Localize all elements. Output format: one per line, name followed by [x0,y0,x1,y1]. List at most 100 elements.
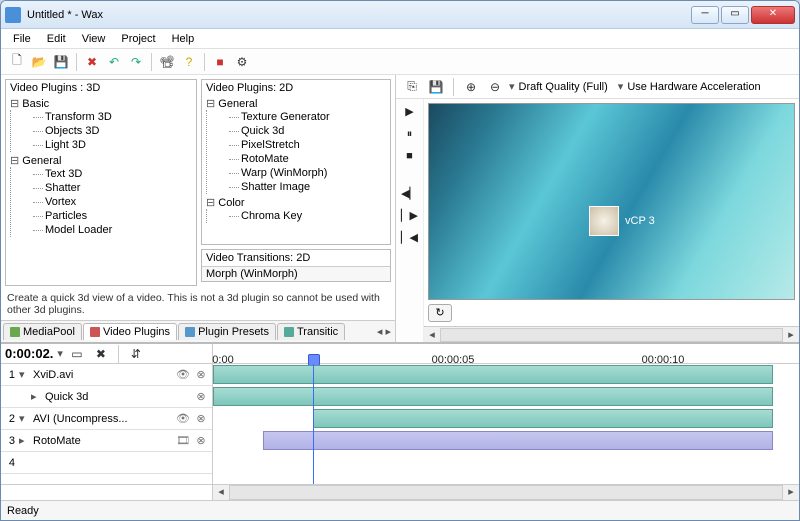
track-list: 1 ▾ XviD.avi 👁 ⊗ ▸ Quick 3d ⊗ 2 ▾ AVI (U… [1,364,213,484]
tab-transitions[interactable]: Transitic [277,323,345,340]
track-row[interactable]: 2 ▾ AVI (Uncompress... 👁 ⊗ [1,408,212,430]
tree-item[interactable]: Transform 3D [33,110,196,124]
clip-bar[interactable] [213,387,773,406]
tree-group-color[interactable]: Color Chroma Key [206,195,390,224]
tab-mediapool[interactable]: MediaPool [3,323,82,340]
clip-bar[interactable] [263,431,773,450]
open-icon[interactable]: 📂 [29,52,49,72]
render-icon[interactable]: 📽 [157,52,177,72]
hw-accel-dropdown[interactable]: Use Hardware Acceleration [627,81,760,93]
settings-icon[interactable]: ⚙ [232,52,252,72]
tree-item[interactable]: Shatter [33,181,196,195]
remove-icon[interactable]: ⊗ [194,412,208,426]
tree-item[interactable]: Text 3D [33,167,196,181]
transition-item[interactable]: Morph (WinMorph) [202,266,390,281]
eye-icon[interactable]: 👁 [176,412,190,426]
preview-clip[interactable]: vCP 3 [589,206,655,236]
scroll-track[interactable] [229,485,783,500]
redo-icon[interactable]: ↷ [126,52,146,72]
plugins-2d-panel: Video Plugins: 2D General Texture Genera… [201,79,391,245]
new-icon[interactable]: 🗋 [7,52,27,72]
plugins-3d-tree: Basic Transform 3D Objects 3D Light 3D G… [6,96,196,238]
tab-videoplugins[interactable]: Video Plugins [83,323,177,340]
undo-icon[interactable]: ↶ [104,52,124,72]
tree-item[interactable]: Shatter Image [229,180,390,194]
minimize-button[interactable]: ─ [691,6,719,24]
collapse-icon[interactable]: ▸ [19,434,29,447]
stop-icon[interactable]: ■ [401,149,419,163]
remove-icon[interactable]: ⊗ [194,434,208,448]
time-dropdown-icon[interactable]: ▾ [57,347,63,360]
preview-hscroll[interactable]: ◂ ▸ [424,326,799,342]
next-frame-icon[interactable]: ▏▶ [401,209,419,223]
tree-item[interactable]: PixelStretch [229,138,390,152]
clip-bar[interactable] [313,409,773,428]
tree-item[interactable]: Warp (WinMorph) [229,166,390,180]
tree-item[interactable]: Chroma Key [229,209,390,223]
scroll-left-icon[interactable]: ◂ [213,485,229,500]
scroll-right-icon[interactable]: ▸ [783,328,799,341]
track-sub-row[interactable]: ▸ Quick 3d ⊗ [1,386,212,408]
tree-group-basic[interactable]: Basic Transform 3D Objects 3D Light 3D [10,96,196,153]
tree-item[interactable]: Light 3D [33,138,196,152]
tab-presets[interactable]: Plugin Presets [178,323,276,340]
goto-start-icon[interactable]: ▏◀ [401,231,419,245]
expand-icon[interactable]: ▾ [19,412,29,425]
save-icon[interactable]: 💾 [51,52,71,72]
remove-icon[interactable]: ⊗ [194,390,208,404]
tl-tool3-icon[interactable]: ⇵ [126,344,146,364]
loop-icon[interactable]: ↻ [428,304,452,322]
collapse-icon[interactable]: ▸ [31,390,41,403]
help-icon[interactable]: ? [179,52,199,72]
pause-icon[interactable]: ⏸ [401,127,419,141]
remove-icon[interactable]: ⊗ [194,368,208,382]
prev-frame-icon[interactable]: ◀▏ [401,187,419,201]
menu-file[interactable]: File [5,31,39,47]
scroll-track[interactable] [440,328,783,342]
save-frame-icon[interactable]: 💾 [426,77,446,97]
track-row[interactable]: 1 ▾ XviD.avi 👁 ⊗ [1,364,212,386]
menu-help[interactable]: Help [164,31,203,47]
scroll-right-icon[interactable]: ▸ [783,485,799,500]
cut-icon[interactable]: ✖ [82,52,102,72]
zoom-out-icon[interactable]: ⊖ [485,77,505,97]
window-title: Untitled * - Wax [27,9,691,21]
separator [151,53,152,71]
tree-item[interactable]: Objects 3D [33,124,196,138]
tree-item[interactable]: Vortex [33,195,196,209]
track-row[interactable]: 4 [1,452,212,474]
tl-tool1-icon[interactable]: ▭ [67,344,87,364]
tree-item[interactable]: Particles [33,209,196,223]
tree-group-general-2d[interactable]: General Texture Generator Quick 3d Pixel… [206,96,390,195]
stop-icon[interactable]: ■ [210,52,230,72]
copy-icon[interactable]: ⎘ [402,77,422,97]
preview-viewport[interactable]: vCP 3 [428,103,795,300]
scroll-left-icon[interactable]: ◂ [424,328,440,341]
expand-icon[interactable]: ▾ [19,368,29,381]
tree-item[interactable]: Quick 3d [229,124,390,138]
titlebar[interactable]: Untitled * - Wax ─ ▭ ✕ [1,1,799,29]
tab-scroll[interactable]: ◂ ▸ [373,325,395,338]
clip-bar[interactable] [213,365,773,384]
menu-view[interactable]: View [74,31,114,47]
eye-icon[interactable]: 👁 [176,368,190,382]
track-area[interactable] [213,364,799,484]
tree-item[interactable]: Model Loader [33,223,196,237]
tree-item[interactable]: Texture Generator [229,110,390,124]
film-icon[interactable]: 🎞 [176,434,190,448]
tree-item[interactable]: RotoMate [229,152,390,166]
tl-tool2-icon[interactable]: ✖ [91,344,111,364]
transitions-icon [284,327,294,337]
play-icon[interactable]: ▶ [401,105,419,119]
maximize-button[interactable]: ▭ [721,6,749,24]
zoom-in-icon[interactable]: ⊕ [461,77,481,97]
tree-group-general[interactable]: General Text 3D Shatter Vortex Particles… [10,153,196,238]
quality-dropdown[interactable]: Draft Quality (Full) [519,81,608,93]
menu-edit[interactable]: Edit [39,31,74,47]
close-button[interactable]: ✕ [751,6,795,24]
plugins-icon [90,327,100,337]
app-window: Untitled * - Wax ─ ▭ ✕ File Edit View Pr… [0,0,800,521]
track-row[interactable]: 3 ▸ RotoMate 🎞 ⊗ [1,430,212,452]
left-tabs: MediaPool Video Plugins Plugin Presets T… [1,320,395,342]
menu-project[interactable]: Project [113,31,163,47]
